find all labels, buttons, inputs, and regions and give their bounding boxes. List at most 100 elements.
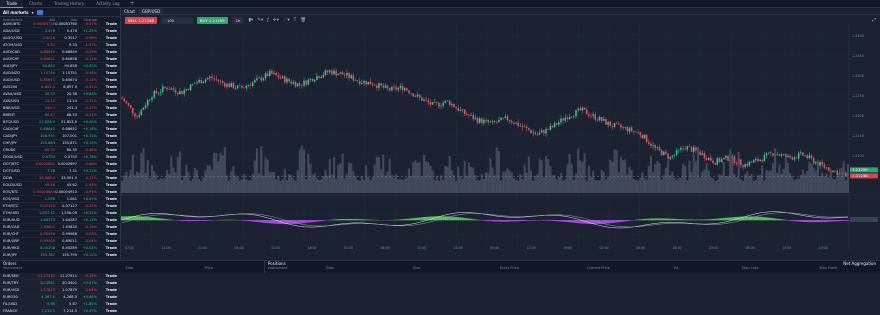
trade-button[interactable]: Trade: [97, 134, 117, 138]
trade-button[interactable]: Trade: [97, 50, 117, 54]
line-tool-icon[interactable]: ／▾: [283, 17, 290, 23]
bid-price[interactable]: 20.37: [33, 92, 55, 96]
ask-price[interactable]: 1.07879: [55, 288, 77, 292]
trade-button[interactable]: Trade: [97, 148, 117, 152]
ask-price[interactable]: 8.45289: [55, 246, 77, 250]
ask-price[interactable]: 86.50: [55, 113, 77, 117]
watchlist-row[interactable]: EGLD/USD45.4845.62-1.43%Trade: [0, 182, 120, 189]
watchlist-row[interactable]: FRANCE7,213.57,214.5+0.37%Trade: [0, 308, 120, 315]
trade-button[interactable]: Trade: [97, 162, 117, 166]
ask-price[interactable]: 0.00004910: [55, 190, 77, 194]
ask-price[interactable]: 0.476: [55, 29, 77, 33]
orders-col-instrument[interactable]: Instrument: [3, 266, 63, 271]
bid-price[interactable]: 11.27431: [33, 274, 55, 278]
watchlist-row[interactable]: AUD/CHF0.608520.60858-0.12%Trade: [0, 56, 120, 63]
trade-button[interactable]: Trade: [97, 211, 117, 215]
trade-button[interactable]: Trade: [97, 176, 117, 180]
positions-col[interactable]: Size: [413, 266, 500, 271]
trade-button[interactable]: Trade: [97, 127, 117, 131]
ask-price[interactable]: 155.795: [55, 253, 77, 257]
ask-price[interactable]: 6,857.0: [55, 85, 77, 89]
watchlist-row[interactable]: EUR/CAD1.456241.45635-0.16%Trade: [0, 224, 120, 231]
trade-button[interactable]: Trade: [97, 239, 117, 243]
bid-price[interactable]: 1.07875: [33, 288, 55, 292]
quantity-field[interactable]: 100: [161, 17, 193, 24]
bid-price[interactable]: 0.00004880: [33, 190, 55, 194]
orders-col-side[interactable]: Side: [63, 266, 133, 271]
bid-price[interactable]: 33,988.0: [33, 176, 55, 180]
ask-price[interactable]: 0.99966: [55, 232, 77, 236]
watchlist-row[interactable]: AAVE/BTC0.000837300.00083760-0.37%Trade: [0, 21, 120, 28]
watchlist-row[interactable]: CHF/JPY155.863155.871+0.15%Trade: [0, 140, 120, 147]
watchlist-row[interactable]: EUR/USD1.078751.07879-0.04%Trade: [0, 287, 120, 294]
tab-trading-history[interactable]: Trading History: [48, 0, 90, 7]
text-tool-icon[interactable]: T: [294, 18, 297, 23]
trade-button[interactable]: Trade: [97, 29, 117, 33]
bid-price[interactable]: 4,267.0: [33, 295, 55, 299]
ask-price[interactable]: 0.0002697: [55, 162, 77, 166]
trade-button[interactable]: Trade: [97, 64, 117, 68]
watchlist-row[interactable]: AXS/USD13.1213.14-2.11%Trade: [0, 98, 120, 105]
watchlist-row[interactable]: CAD/CHF0.686420.68651+0.18%Trade: [0, 126, 120, 133]
watchlist-row[interactable]: ATOM/USD9.319.33-1.57%Trade: [0, 42, 120, 49]
watchlist-settings-icon[interactable]: [37, 10, 43, 15]
ask-price[interactable]: 107.001: [55, 134, 77, 138]
bid-price[interactable]: 13.12: [33, 99, 55, 103]
watchlist-row[interactable]: CAD/JPY106.991107.001+0.31%Trade: [0, 133, 120, 140]
bid-price[interactable]: 106.991: [33, 134, 55, 138]
bid-price[interactable]: 0.476: [33, 29, 55, 33]
ask-price[interactable]: 94.858: [55, 64, 77, 68]
trade-button[interactable]: Trade: [97, 197, 117, 201]
watchlist-row[interactable]: EUR/AUD1.642751.64287+0.13%Trade: [0, 217, 120, 224]
timeframe-selector[interactable]: 1h: [232, 17, 245, 24]
ask-price[interactable]: 0.65674: [55, 78, 77, 82]
ask-price[interactable]: 0.68651: [55, 127, 77, 131]
ask-price[interactable]: 0.3017: [55, 36, 77, 40]
trade-button[interactable]: Trade: [97, 141, 117, 145]
watchlist-row[interactable]: EOS/BTC0.000048800.00004910-0.99%Trade: [0, 189, 120, 196]
trade-button[interactable]: Trade: [97, 281, 117, 285]
positions-col[interactable]: Entry Price: [500, 266, 587, 271]
watchlist-row[interactable]: EUR/SEK11.2743111.27911-0.18%Trade: [0, 273, 120, 280]
add-tab-button[interactable]: +: [126, 0, 139, 7]
ask-price[interactable]: 11.27911: [55, 274, 77, 278]
watchlist-row[interactable]: ALGO/USD0.30160.3017-0.96%Trade: [0, 35, 120, 42]
bid-price[interactable]: 0.65671: [33, 78, 55, 82]
trade-button[interactable]: Trade: [97, 288, 117, 292]
trade-button[interactable]: Trade: [97, 99, 117, 103]
drawing-tools-icon[interactable]: ✎▾: [257, 18, 263, 23]
bid-price[interactable]: 0.89005: [33, 239, 55, 243]
buy-button[interactable]: BUY 1.21259: [197, 17, 228, 24]
bid-price[interactable]: 94.852: [33, 64, 55, 68]
watchlist-row[interactable]: EUR/TRY20.305120.3401+0.07%Trade: [0, 280, 120, 287]
positions-col[interactable]: P/L: [674, 266, 742, 271]
ask-price[interactable]: 0.0795: [55, 155, 77, 159]
ask-price[interactable]: 0.00083760: [55, 22, 77, 26]
ask-price[interactable]: 5.67: [55, 302, 77, 306]
trade-button[interactable]: Trade: [97, 225, 117, 229]
ask-price[interactable]: 80.35: [55, 148, 77, 152]
watchlist-row[interactable]: EURO504,267.04,268.5+0.46%Trade: [0, 294, 120, 301]
ask-price[interactable]: 241.3: [55, 106, 77, 110]
ask-price[interactable]: 7,214.5: [55, 309, 77, 313]
bid-price[interactable]: 7.28: [33, 169, 55, 173]
bid-price[interactable]: 155.787: [33, 253, 55, 257]
crosshair-icon[interactable]: ✛▾: [273, 18, 279, 23]
watchlist-row[interactable]: AUD/NZD1.107461.10751-0.08%Trade: [0, 70, 120, 77]
ask-price[interactable]: 20.38: [55, 92, 77, 96]
ask-price[interactable]: 9.33: [55, 43, 77, 47]
bid-price[interactable]: 0.60852: [33, 57, 55, 61]
trade-button[interactable]: Trade: [97, 190, 117, 194]
trade-button[interactable]: Trade: [97, 246, 117, 250]
bid-price[interactable]: 7,213.5: [33, 309, 55, 313]
ask-price[interactable]: 1.061: [55, 197, 77, 201]
trade-button[interactable]: Trade: [97, 218, 117, 222]
watchlist-row[interactable]: ETH/BTC0.071240.07127-0.22%Trade: [0, 203, 120, 210]
bid-price[interactable]: 155.863: [33, 141, 55, 145]
positions-col[interactable]: Stop Loss: [742, 266, 819, 271]
positions-col[interactable]: Current Price: [587, 266, 674, 271]
bid-price[interactable]: 9.31: [33, 43, 55, 47]
bid-price[interactable]: 0.88645: [33, 50, 55, 54]
trade-button[interactable]: Trade: [97, 85, 117, 89]
watchlist-row[interactable]: FIL/USD5.665.67+1.85%Trade: [0, 301, 120, 308]
